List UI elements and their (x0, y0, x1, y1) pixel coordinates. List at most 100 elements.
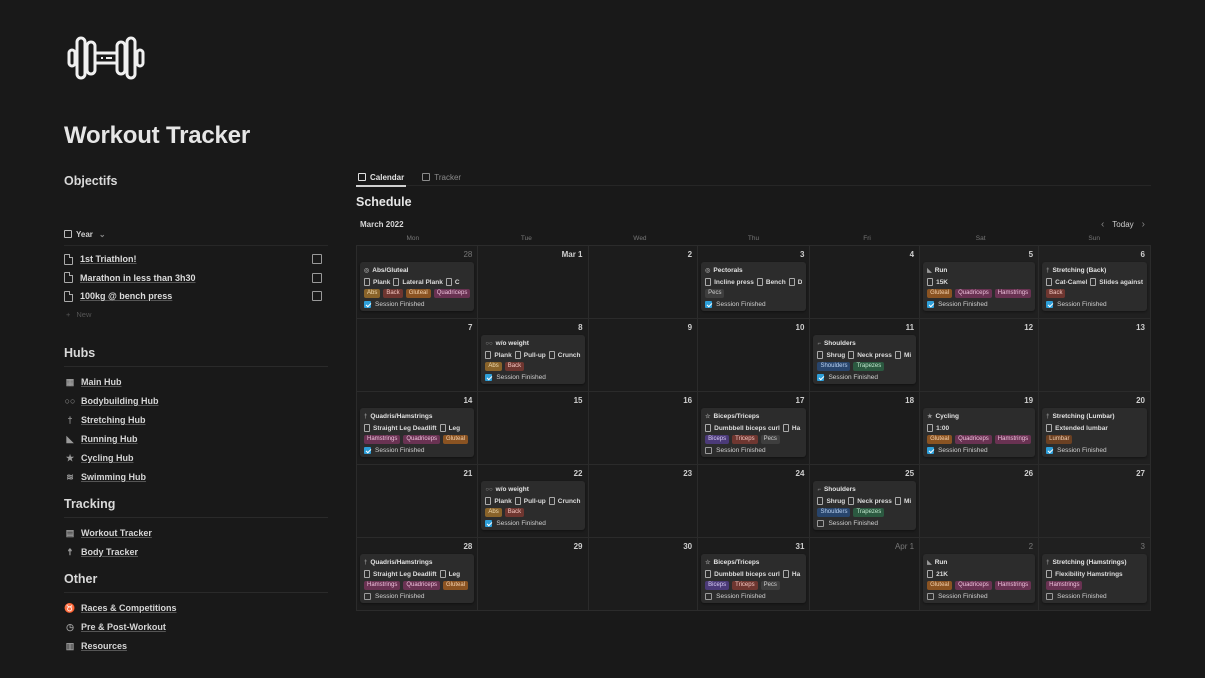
exercise-link[interactable]: C (455, 279, 460, 286)
exercise-link[interactable]: Flexibility Hamstrings (1055, 571, 1123, 578)
session-card[interactable]: ◣ Run 15K Gluteal Quadriceps Hamstrings Sessio… (923, 262, 1036, 311)
session-finished-checkbox[interactable] (485, 374, 493, 381)
exercise-link[interactable]: Plank (494, 498, 511, 505)
session-card[interactable]: † Quadris/Hamstrings Straight Leg Deadlift… (360, 408, 475, 457)
exercise-link[interactable]: Straight Leg Deadlift (373, 425, 437, 432)
session-card[interactable]: ☆ Biceps/Triceps Dumbbell biceps curl Ha Bic… (701, 554, 807, 603)
calendar-day[interactable]: Mar 1 (478, 246, 589, 319)
calendar-day[interactable]: 28 † Quadris/Hamstrings Straight Leg Deadli… (357, 538, 479, 611)
sidebar-item-workout-tracker[interactable]: ▤ Workout Tracker (64, 524, 328, 543)
calendar-day[interactable]: 2 ◣ Run 21K Gluteal Quadriceps Hamstrings Sessi… (920, 538, 1040, 611)
objective-item[interactable]: 1st Triathlon! (64, 250, 328, 269)
session-card[interactable]: † Stretching (Lumbar) Extended lumbar Lumba… (1042, 408, 1147, 457)
exercise-link[interactable]: Plank (494, 352, 511, 359)
calendar-day[interactable]: 30 (588, 538, 699, 611)
calendar-day[interactable]: 13 (1039, 319, 1151, 392)
calendar-day[interactable]: 23 (588, 465, 699, 538)
calendar-day[interactable]: 19 ★ Cycling 1:00 Gluteal Quadriceps Hamstring… (920, 392, 1040, 465)
sidebar-item-cycling-hub[interactable]: ★ Cycling Hub (64, 449, 328, 468)
calendar-day[interactable]: 15 (478, 392, 589, 465)
calendar-day[interactable]: 11 ⌐ Shoulders Shrug Neck press Mi Shoulders Tr… (810, 319, 921, 392)
calendar-day[interactable]: 20 † Stretching (Lumbar) Extended lumbar Lum… (1039, 392, 1151, 465)
calendar-day[interactable]: 9 (588, 319, 699, 392)
today-button[interactable]: Today (1112, 220, 1133, 229)
calendar-day[interactable]: 8 ○○ w/o weight Plank Pull-up Crunch Abs Back Se… (478, 319, 589, 392)
exercise-link[interactable]: Dumbbell biceps curl (714, 425, 780, 432)
exercise-link[interactable]: Ha (792, 425, 800, 432)
session-card[interactable]: ⌐ Shoulders Shrug Neck press Mi Shoulders Trap… (813, 335, 917, 384)
exercise-link[interactable]: 1:00 (936, 425, 949, 432)
calendar-day[interactable]: 29 (478, 538, 589, 611)
calendar-day[interactable]: 16 (588, 392, 699, 465)
view-selector[interactable]: Year ⌄ (64, 226, 328, 242)
exercise-link[interactable]: Leg (449, 425, 461, 432)
calendar-day[interactable]: 17 ☆ Biceps/Triceps Dumbbell biceps curl Ha B… (698, 392, 811, 465)
calendar-day[interactable]: 18 (810, 392, 921, 465)
session-card[interactable]: ★ Cycling 1:00 Gluteal Quadriceps Hamstrings S… (923, 408, 1036, 457)
session-card[interactable]: ◣ Run 21K Gluteal Quadriceps Hamstrings Sessio… (923, 554, 1036, 603)
session-finished-checkbox[interactable] (1046, 593, 1054, 600)
session-finished-checkbox[interactable] (1046, 301, 1054, 308)
exercise-link[interactable]: Crunch (558, 498, 581, 505)
new-objective-button[interactable]: + New (64, 306, 328, 324)
calendar-day[interactable]: 2 (588, 246, 699, 319)
exercise-link[interactable]: Extended lumbar (1055, 425, 1108, 432)
exercise-link[interactable]: 15K (936, 279, 948, 286)
session-card[interactable]: † Quadris/Hamstrings Straight Leg Deadlift… (360, 554, 475, 603)
exercise-link[interactable]: Straight Leg Deadlift (373, 571, 437, 578)
session-finished-checkbox[interactable] (705, 447, 713, 454)
session-finished-checkbox[interactable] (364, 447, 371, 454)
exercise-link[interactable]: Bench (766, 279, 786, 286)
exercise-link[interactable]: Lateral Plank (402, 279, 442, 286)
exercise-link[interactable]: Mi (904, 498, 911, 505)
exercise-link[interactable]: Slides against (1099, 279, 1143, 286)
exercise-link[interactable]: Neck press (857, 352, 892, 359)
exercise-link[interactable]: Crunch (558, 352, 581, 359)
session-card[interactable]: ◎ Pectorals Incline press Bench D Pecs Session… (701, 262, 807, 311)
exercise-link[interactable]: Incline press (714, 279, 754, 286)
calendar-day[interactable]: 31 ☆ Biceps/Triceps Dumbbell biceps curl Ha B… (698, 538, 811, 611)
exercise-link[interactable]: Pull-up (524, 498, 546, 505)
exercise-link[interactable]: Dumbbell biceps curl (714, 571, 780, 578)
calendar-day[interactable]: 7 (357, 319, 479, 392)
exercise-link[interactable]: Plank (373, 279, 390, 286)
session-finished-checkbox[interactable] (1046, 447, 1054, 454)
session-finished-checkbox[interactable] (817, 520, 825, 527)
sidebar-item-resources[interactable]: ▥ Resources (64, 637, 328, 656)
exercise-link[interactable]: Mi (904, 352, 911, 359)
exercise-link[interactable]: Shrug (826, 352, 845, 359)
session-card[interactable]: ⌐ Shoulders Shrug Neck press Mi Shoulders Trap… (813, 481, 917, 530)
exercise-link[interactable]: Pull-up (524, 352, 546, 359)
session-finished-checkbox[interactable] (927, 447, 935, 454)
exercise-link[interactable]: Neck press (857, 498, 892, 505)
calendar-day[interactable]: 28 ◎ Abs/Gluteal Plank Lateral Plank C Abs Back… (357, 246, 479, 319)
objective-checkbox[interactable] (312, 254, 322, 265)
objective-checkbox[interactable] (312, 272, 322, 283)
objective-item[interactable]: 100kg @ bench press (64, 287, 328, 306)
session-finished-checkbox[interactable] (485, 520, 493, 527)
exercise-link[interactable]: Leg (449, 571, 461, 578)
exercise-link[interactable]: Ha (792, 571, 800, 578)
sidebar-item-bodybuilding-hub[interactable]: ○○ Bodybuilding Hub (64, 392, 328, 411)
tab-tracker[interactable]: Tracker (420, 168, 463, 186)
calendar-day[interactable]: 26 (920, 465, 1040, 538)
chevron-right-icon[interactable]: › (1142, 219, 1145, 230)
exercise-link[interactable]: Shrug (826, 498, 845, 505)
calendar-day[interactable]: 6 † Stretching (Back) Cat-Camel Slides again… (1039, 246, 1151, 319)
calendar-day[interactable]: 27 (1039, 465, 1151, 538)
chevron-left-icon[interactable]: ‹ (1101, 219, 1104, 230)
sidebar-item-running-hub[interactable]: ◣ Running Hub (64, 430, 328, 449)
session-card[interactable]: † Stretching (Back) Cat-Camel Slides agains… (1042, 262, 1147, 311)
calendar-day[interactable]: 12 (920, 319, 1040, 392)
calendar-day[interactable]: 3 † Stretching (Hamstrings) Flexibility Ham… (1039, 538, 1151, 611)
session-card[interactable]: † Stretching (Hamstrings) Flexibility Hams… (1042, 554, 1147, 603)
session-finished-checkbox[interactable] (817, 374, 825, 381)
objective-item[interactable]: Marathon in less than 3h30 (64, 269, 328, 288)
session-card[interactable]: ☆ Biceps/Triceps Dumbbell biceps curl Ha Bic… (701, 408, 807, 457)
sidebar-item-races-competitions[interactable]: ♉ Races & Competitions (64, 599, 328, 618)
session-finished-checkbox[interactable] (927, 301, 935, 308)
calendar-day[interactable]: 4 (810, 246, 921, 319)
calendar-day[interactable]: 21 (357, 465, 479, 538)
calendar-day[interactable]: Apr 1 (810, 538, 921, 611)
sidebar-item-main-hub[interactable]: ▦ Main Hub (64, 373, 328, 392)
